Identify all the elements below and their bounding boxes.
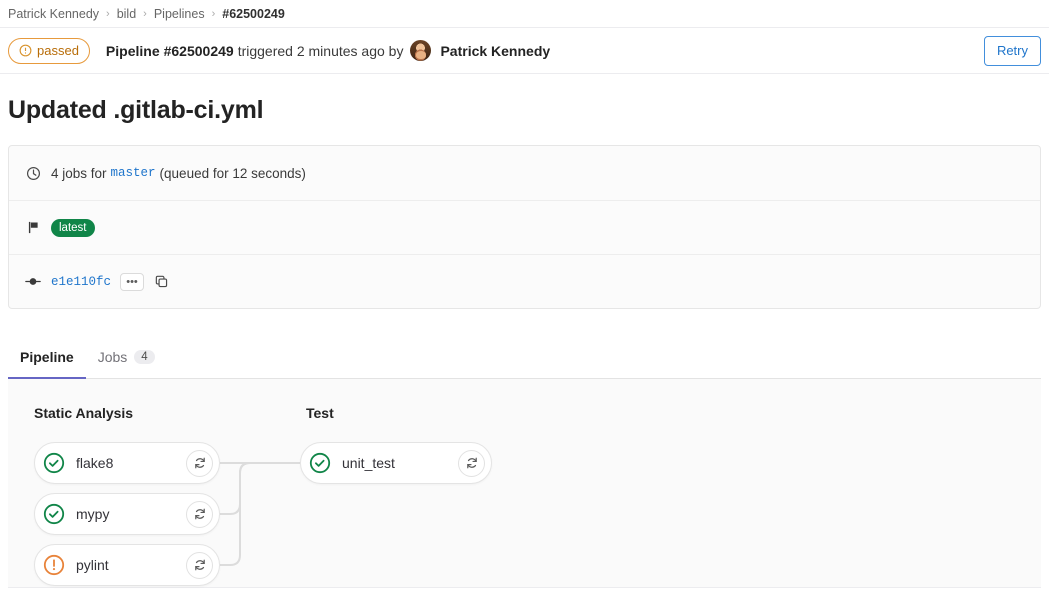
page-title: Updated .gitlab-ci.yml — [8, 96, 264, 124]
commit-icon — [25, 274, 41, 290]
retry-icon[interactable] — [186, 551, 213, 579]
pipeline-id: #62500249 — [163, 42, 234, 59]
breadcrumb-separator: › — [143, 7, 147, 20]
branch-ref-link[interactable]: master — [111, 166, 156, 180]
status-badge: passed — [8, 37, 90, 64]
job-name-unit-test: unit_test — [342, 455, 395, 471]
jobs-count-text: 4 jobs for — [51, 165, 107, 181]
tab-pipeline-label: Pipeline — [20, 349, 74, 365]
job-name-flake8: flake8 — [76, 455, 114, 471]
status-success-icon — [43, 452, 65, 474]
breadcrumb-item-project[interactable]: bild — [117, 7, 136, 21]
breadcrumb-item-owner[interactable]: Patrick Kennedy — [8, 7, 99, 21]
warning-circle-icon — [19, 44, 32, 57]
jobs-queued-text: (queued for 12 seconds) — [159, 165, 306, 181]
tag-info-row: latest — [9, 200, 1040, 254]
status-success-icon — [43, 503, 65, 525]
pipeline-triggered-text: triggered 2 minutes ago by — [237, 42, 404, 59]
retry-icon[interactable] — [186, 500, 213, 528]
commit-expand-button[interactable]: ••• — [120, 272, 145, 291]
retry-icon[interactable] — [186, 449, 213, 477]
tab-jobs[interactable]: Jobs 4 — [86, 337, 167, 379]
pipeline-header-prefix: Pipeline — [105, 42, 160, 59]
commit-info-row: e1e110fc ••• — [9, 254, 1040, 308]
retry-button[interactable]: Retry — [983, 35, 1041, 66]
job-card-unit-test[interactable]: unit_test — [300, 442, 492, 484]
stage-title-static-analysis: Static Analysis — [34, 405, 134, 421]
pipeline-header-text: Pipeline #62500249 triggered 2 minutes a… — [106, 40, 550, 61]
breadcrumb: Patrick Kennedy › bild › Pipelines › #62… — [0, 0, 1049, 28]
jobs-info-row: 4 jobs for master (queued for 12 seconds… — [9, 146, 1040, 200]
pipeline-header: passed Pipeline #62500249 triggered 2 mi… — [0, 28, 1049, 74]
breadcrumb-item-pipelines[interactable]: Pipelines — [154, 7, 205, 21]
tab-jobs-label: Jobs — [97, 349, 128, 365]
pipeline-graph: Static Analysis Test flake8 mypy pylint … — [8, 379, 1041, 588]
job-name-pylint: pylint — [76, 557, 109, 573]
commit-sha-link[interactable]: e1e110fc — [51, 275, 111, 289]
clock-icon — [25, 165, 41, 181]
job-card-flake8[interactable]: flake8 — [34, 442, 220, 484]
job-card-mypy[interactable]: mypy — [34, 493, 220, 535]
breadcrumb-item-current: #62500249 — [222, 6, 285, 21]
status-badge-label: passed — [37, 43, 79, 58]
tab-jobs-count: 4 — [134, 350, 155, 364]
stage-title-test: Test — [306, 405, 334, 421]
retry-icon[interactable] — [458, 449, 485, 477]
status-success-icon — [309, 452, 331, 474]
pipeline-info-card: 4 jobs for master (queued for 12 seconds… — [8, 145, 1041, 309]
flag-icon — [25, 220, 41, 236]
pipeline-user-name[interactable]: Patrick Kennedy — [440, 43, 550, 59]
status-warning-icon — [43, 554, 65, 576]
breadcrumb-separator: › — [211, 7, 216, 20]
pipeline-tabs: Pipeline Jobs 4 — [8, 337, 1041, 379]
tab-pipeline[interactable]: Pipeline — [8, 337, 86, 379]
job-card-pylint[interactable]: pylint — [34, 544, 220, 586]
pipeline-page: Patrick Kennedy › bild › Pipelines › #62… — [0, 0, 1049, 591]
breadcrumb-separator: › — [106, 7, 110, 20]
copy-icon[interactable] — [154, 274, 169, 289]
latest-tag-badge: latest — [51, 218, 95, 237]
job-name-mypy: mypy — [76, 506, 110, 522]
avatar[interactable] — [410, 40, 432, 61]
